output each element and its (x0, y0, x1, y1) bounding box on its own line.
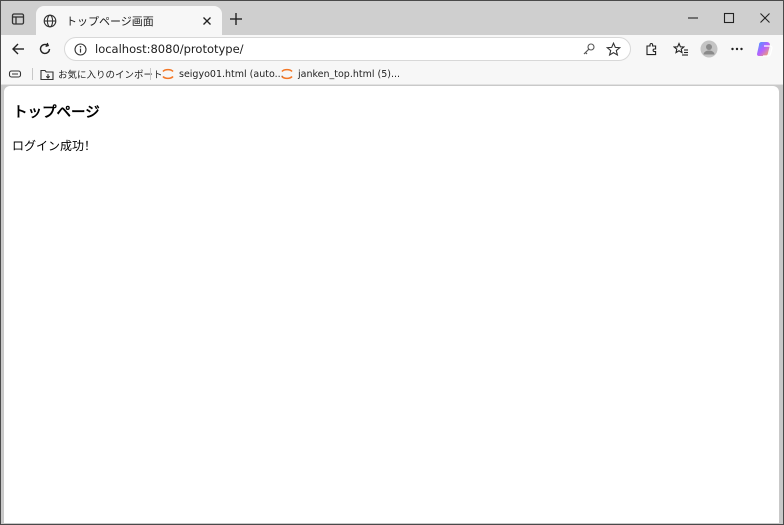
refresh-icon (39, 42, 51, 55)
new-tab-button[interactable] (226, 9, 246, 29)
puzzle-icon (645, 42, 656, 55)
close-icon (760, 13, 770, 23)
more-icon (731, 47, 743, 51)
browser-window: トップページ画面 localhost:8080/prototype/ お気に入り… (0, 0, 784, 525)
copilot-button[interactable] (754, 38, 776, 60)
address-bar[interactable]: localhost:8080/prototype/ (64, 37, 631, 61)
copilot-icon (757, 42, 773, 57)
close-window-button[interactable] (747, 1, 783, 35)
bookmark-seigyo01[interactable]: seigyo01.html (auto... (161, 65, 284, 83)
page-title: トップページ (13, 105, 100, 121)
navigation-toolbar: localhost:8080/prototype/ (1, 35, 783, 63)
favorites-button[interactable] (670, 38, 692, 60)
bookmarks-menu-button[interactable] (8, 65, 26, 83)
bookmark-label: janken_top.html (5)... (298, 68, 401, 80)
back-arrow-icon (12, 43, 24, 55)
bookmark-tray-icon (8, 67, 22, 81)
minimize-icon (688, 17, 698, 19)
key-icon[interactable] (580, 40, 598, 58)
url-text[interactable]: localhost:8080/prototype/ (95, 42, 574, 56)
favorites-list-icon (673, 41, 688, 56)
site-info-icon[interactable] (73, 42, 87, 56)
bookmark-janken-top[interactable]: janken_top.html (5)... (280, 65, 400, 83)
bookmark-separator (150, 68, 151, 80)
login-success-message: ログイン成功！ (12, 139, 97, 153)
extensions-button[interactable] (640, 38, 662, 60)
plus-icon (230, 13, 242, 25)
profile-button[interactable] (698, 38, 720, 60)
jupyter-icon (280, 67, 294, 81)
tab-actions-button[interactable] (7, 8, 29, 30)
close-tab-icon[interactable] (198, 12, 216, 30)
active-tab[interactable]: トップページ画面 (36, 6, 222, 35)
minimize-button[interactable] (675, 1, 711, 35)
bookmark-import-favorites[interactable]: お気に入りのインポート (40, 65, 163, 83)
folder-import-icon (40, 67, 54, 81)
page-viewport: トップページ ログイン成功！ (4, 86, 779, 523)
back-button[interactable] (7, 38, 29, 60)
bookmark-separator (32, 68, 33, 80)
globe-icon (42, 13, 58, 29)
maximize-button[interactable] (711, 1, 747, 35)
jupyter-icon (161, 67, 175, 81)
settings-more-button[interactable] (726, 38, 748, 60)
tab-strip: トップページ画面 (1, 1, 783, 35)
avatar-icon (700, 40, 718, 58)
bookmarks-bar: お気に入りのインポート seigyo01.html (auto... janke… (1, 63, 783, 85)
bookmark-label: お気に入りのインポート (58, 70, 163, 81)
window-controls (675, 1, 783, 35)
bookmark-label: seigyo01.html (auto... (179, 68, 284, 80)
refresh-button[interactable] (34, 38, 56, 60)
maximize-icon (723, 12, 735, 24)
tab-title: トップページ画面 (66, 14, 154, 28)
favorite-star-icon[interactable] (604, 40, 622, 58)
tab-actions-icon (11, 13, 25, 25)
